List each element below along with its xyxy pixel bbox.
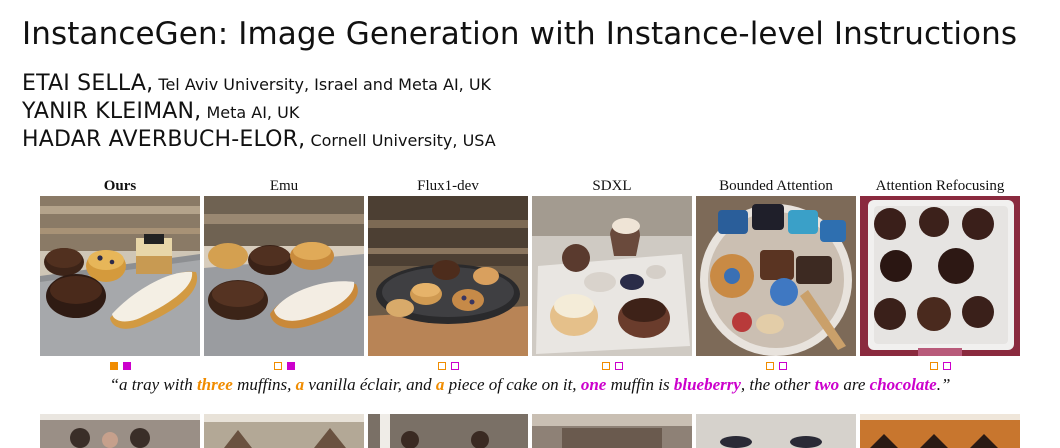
column-header-flux: Flux1-dev xyxy=(417,178,479,194)
column-header-bounded-attention: Bounded Attention xyxy=(719,178,833,194)
author-line: HADAR AVERBUCH-ELOR, Cornell University,… xyxy=(22,126,496,154)
caption-text: , the other xyxy=(740,375,815,394)
count-square-orange xyxy=(929,362,938,370)
count-square-orange xyxy=(437,362,446,370)
count-indicator xyxy=(368,362,528,372)
count-indicator xyxy=(696,362,856,372)
result-image-row2-attention-refocusing xyxy=(860,414,1020,448)
count-indicator xyxy=(860,362,1020,372)
result-image-sdxl xyxy=(532,196,692,356)
caption-text: .” xyxy=(936,375,951,394)
caption-word-chocolate: chocolate xyxy=(869,375,937,394)
paper-title: InstanceGen: Image Generation with Insta… xyxy=(22,16,1018,52)
result-image-bounded-attention xyxy=(696,196,856,356)
column-header-emu: Emu xyxy=(269,178,299,194)
caption-count-blueberry: one xyxy=(580,375,607,394)
count-square-purple xyxy=(450,362,459,370)
result-image-ours xyxy=(40,196,200,356)
count-square-orange xyxy=(109,362,118,370)
column-header-sdxl: SDXL xyxy=(592,178,632,194)
result-image-row2-sdxl xyxy=(532,414,692,448)
result-image-row2-flux xyxy=(368,414,528,448)
result-image-row2-bounded-attention xyxy=(696,414,856,448)
caption-count-muffins: three xyxy=(196,375,233,394)
author-affiliation: Cornell University, USA xyxy=(310,131,496,150)
author-line: ETAI SELLA, Tel Aviv University, Israel … xyxy=(22,70,496,98)
caption-text: are xyxy=(839,375,870,394)
caption-text: piece of cake on it, xyxy=(444,375,581,394)
result-image-flux xyxy=(368,196,528,356)
column-header-ours: Ours xyxy=(103,178,137,194)
caption-text: muffin is xyxy=(606,375,674,394)
author-affiliation: Meta AI, UK xyxy=(206,103,300,122)
count-square-purple xyxy=(122,362,131,370)
result-image-attention-refocusing xyxy=(860,196,1020,356)
count-square-purple xyxy=(942,362,951,370)
column-header-attention-refocusing: Attention Refocusing xyxy=(875,178,1005,194)
count-square-orange xyxy=(601,362,610,370)
caption-word-blueberry: blueberry xyxy=(673,375,741,394)
count-square-purple xyxy=(286,362,295,370)
author-list: ETAI SELLA, Tel Aviv University, Israel … xyxy=(22,70,496,154)
count-indicator xyxy=(40,362,200,372)
count-square-purple xyxy=(778,362,787,370)
count-square-orange xyxy=(765,362,774,370)
count-square-orange xyxy=(273,362,282,370)
result-image-row2-emu xyxy=(204,414,364,448)
caption-count-eclair: a xyxy=(295,375,305,394)
author-name: HADAR AVERBUCH-ELOR, xyxy=(22,127,306,152)
count-indicator xyxy=(532,362,692,372)
count-indicator xyxy=(204,362,364,372)
figure-caption: “a tray with three muffins, a vanilla éc… xyxy=(0,374,1060,396)
author-line: YANIR KLEIMAN, Meta AI, UK xyxy=(22,98,496,126)
author-name: ETAI SELLA, xyxy=(22,71,154,96)
caption-count-chocolate: two xyxy=(814,375,840,394)
caption-text: muffins, xyxy=(232,375,296,394)
author-name: YANIR KLEIMAN, xyxy=(22,99,202,124)
count-square-purple xyxy=(614,362,623,370)
caption-text: vanilla éclair, and xyxy=(304,375,436,394)
caption-text: “ xyxy=(109,375,120,394)
author-affiliation: Tel Aviv University, Israel and Meta AI,… xyxy=(158,75,492,94)
result-image-emu xyxy=(204,196,364,356)
caption-text: a tray with xyxy=(119,375,197,394)
result-image-row2-ours xyxy=(40,414,200,448)
